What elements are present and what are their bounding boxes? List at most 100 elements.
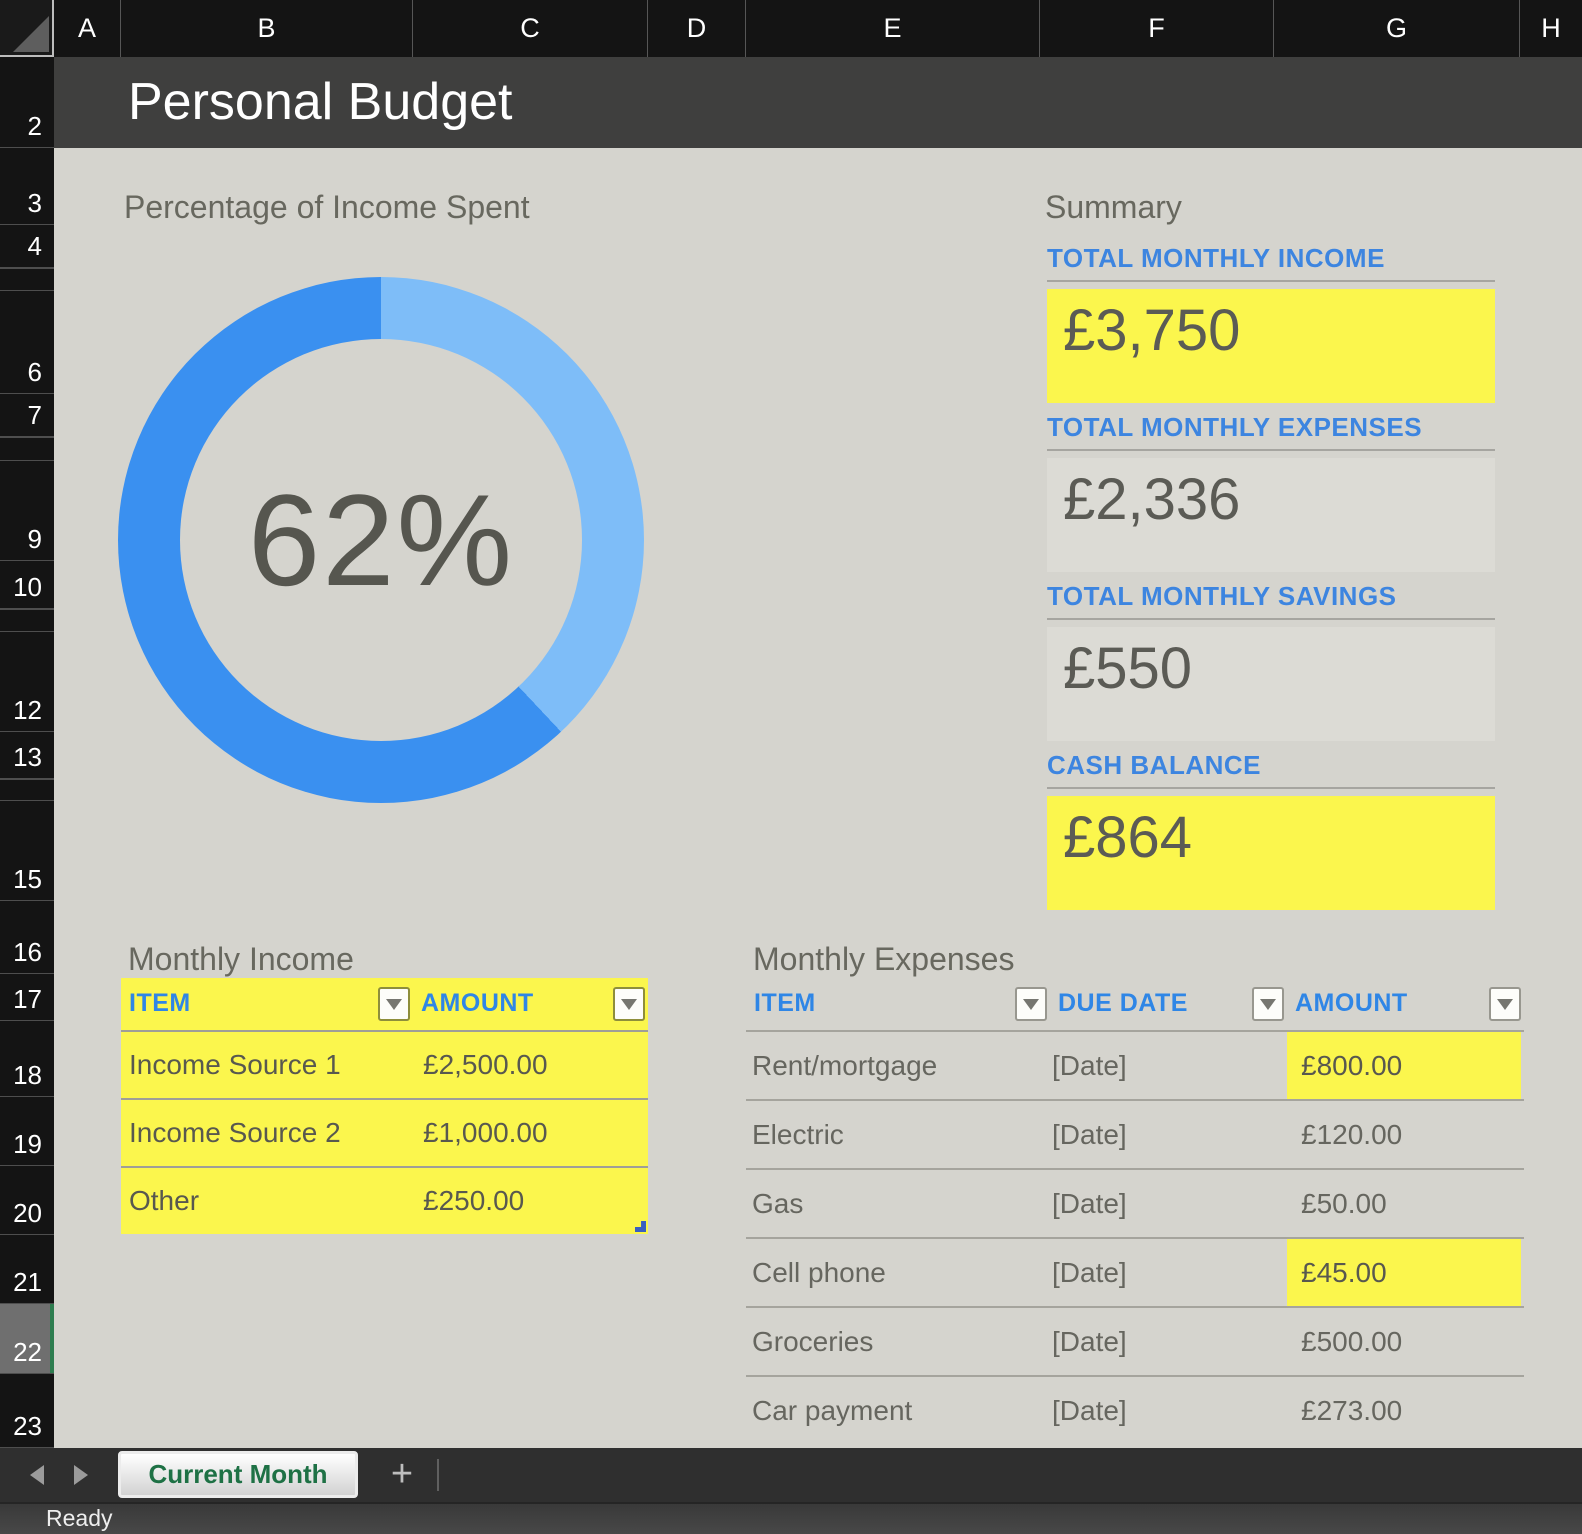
expense-row[interactable]: Electric [Date] £120.00 — [746, 1099, 1524, 1168]
filter-dropdown-button[interactable] — [1252, 987, 1284, 1021]
income-table-header: ITEM AMOUNT — [121, 978, 648, 1030]
row-header-21[interactable]: 21 — [0, 1235, 54, 1304]
row-header-hidden-14[interactable] — [0, 779, 54, 801]
chart-title: Percentage of Income Spent — [124, 189, 530, 226]
row-header-2[interactable]: 2 — [0, 57, 54, 148]
worksheet-title-bar: Personal Budget — [54, 57, 1582, 148]
filter-dropdown-button[interactable] — [378, 987, 410, 1021]
expenses-header-item: ITEM — [746, 978, 1050, 1030]
filter-dropdown-button[interactable] — [1015, 987, 1047, 1021]
summary-heading: Summary — [1045, 189, 1182, 226]
expense-amount-cell-highlighted[interactable]: £800.00 — [1287, 1032, 1521, 1099]
row-header-15[interactable]: 15 — [0, 801, 54, 901]
row-header-13[interactable]: 13 — [0, 732, 54, 779]
income-row[interactable]: Other £250.00 — [121, 1166, 648, 1234]
expenses-header-amount-label: AMOUNT — [1295, 978, 1408, 1028]
row-header-23[interactable]: 23 — [0, 1374, 54, 1448]
expense-due-date-cell[interactable]: [Date] — [1052, 1308, 1127, 1375]
expenses-table-title: Monthly Expenses — [753, 941, 1014, 978]
add-sheet-button[interactable]: + — [384, 1450, 420, 1498]
filter-dropdown-button[interactable] — [1489, 987, 1521, 1021]
income-amount-cell[interactable]: £2,500.00 — [423, 1032, 548, 1098]
income-amount-cell[interactable]: £250.00 — [423, 1168, 524, 1234]
tab-strip-divider — [437, 1459, 439, 1491]
select-all-corner[interactable] — [0, 0, 54, 57]
income-header-amount-label: AMOUNT — [421, 978, 534, 1028]
expense-amount-cell[interactable]: £500.00 — [1301, 1308, 1402, 1375]
filter-arrow-icon — [1497, 999, 1513, 1010]
summary-card-value-cell[interactable]: £3,750 — [1047, 289, 1495, 403]
expense-item-cell[interactable]: Groceries — [752, 1308, 873, 1375]
row-header-9[interactable]: 9 — [0, 461, 54, 561]
table-resize-handle[interactable] — [635, 1221, 646, 1232]
column-header-h[interactable]: H — [1520, 0, 1582, 57]
column-header-g[interactable]: G — [1274, 0, 1520, 57]
next-sheet-arrow-icon[interactable] — [74, 1465, 88, 1485]
expense-item-cell[interactable]: Gas — [752, 1170, 803, 1237]
row-header-7[interactable]: 7 — [0, 394, 54, 437]
select-all-triangle-icon — [13, 16, 49, 52]
row-header-10[interactable]: 10 — [0, 561, 54, 609]
expense-due-date-cell[interactable]: [Date] — [1052, 1101, 1127, 1168]
expense-row[interactable]: Gas [Date] £50.00 — [746, 1168, 1524, 1237]
row-header-19[interactable]: 19 — [0, 1097, 54, 1166]
income-row[interactable]: Income Source 2 £1,000.00 — [121, 1098, 648, 1166]
row-header-17[interactable]: 17 — [0, 974, 54, 1021]
summary-card-value-cell[interactable]: £864 — [1047, 796, 1495, 910]
column-header-b[interactable]: B — [121, 0, 413, 57]
expense-row[interactable]: Cell phone [Date] £45.00 — [746, 1237, 1524, 1306]
row-header-16[interactable]: 16 — [0, 901, 54, 974]
expense-due-date-cell[interactable]: [Date] — [1052, 1032, 1127, 1099]
row-headers-column: 2 3 4 6 7 9 10 12 13 15 16 17 18 19 20 2… — [0, 57, 54, 1448]
expense-amount-cell[interactable]: £273.00 — [1301, 1377, 1402, 1444]
filter-arrow-icon — [621, 999, 637, 1010]
status-text: Ready — [46, 1504, 112, 1533]
expense-amount-cell[interactable]: £120.00 — [1301, 1101, 1402, 1168]
row-header-6[interactable]: 6 — [0, 291, 54, 394]
donut-chart[interactable]: 62% — [118, 277, 644, 803]
row-header-3[interactable]: 3 — [0, 148, 54, 225]
income-header-item: ITEM — [121, 978, 413, 1030]
column-header-d[interactable]: D — [648, 0, 746, 57]
expense-item-cell[interactable]: Cell phone — [752, 1239, 886, 1306]
row-header-4[interactable]: 4 — [0, 225, 54, 268]
row-header-12[interactable]: 12 — [0, 632, 54, 732]
summary-card-value-cell[interactable]: £2,336 — [1047, 458, 1495, 572]
expense-item-cell[interactable]: Electric — [752, 1101, 844, 1168]
previous-sheet-arrow-icon[interactable] — [30, 1465, 44, 1485]
expense-item-cell[interactable]: Rent/mortgage — [752, 1032, 937, 1099]
expense-amount-cell-highlighted[interactable]: £45.00 — [1287, 1239, 1521, 1306]
filter-dropdown-button[interactable] — [613, 987, 645, 1021]
column-header-c[interactable]: C — [413, 0, 648, 57]
income-item-cell[interactable]: Income Source 1 — [129, 1032, 341, 1098]
summary-card-value: £3,750 — [1063, 298, 1240, 363]
income-item-cell[interactable]: Income Source 2 — [129, 1100, 341, 1166]
income-row[interactable]: Income Source 1 £2,500.00 — [121, 1030, 648, 1098]
expense-due-date-cell[interactable]: [Date] — [1052, 1170, 1127, 1237]
income-amount-cell[interactable]: £1,000.00 — [423, 1100, 548, 1166]
expense-amount-cell[interactable]: £50.00 — [1301, 1170, 1387, 1237]
row-header-18[interactable]: 18 — [0, 1021, 54, 1097]
column-header-e[interactable]: E — [746, 0, 1040, 57]
expense-row[interactable]: Rent/mortgage [Date] £800.00 — [746, 1030, 1524, 1099]
sheet-tab-current-month[interactable]: Current Month — [118, 1451, 358, 1498]
expense-item-cell[interactable]: Car payment — [752, 1377, 912, 1444]
row-header-22-selected[interactable]: 22 — [0, 1304, 54, 1374]
income-item-cell[interactable]: Other — [129, 1168, 199, 1234]
expense-due-date-cell[interactable]: [Date] — [1052, 1239, 1127, 1306]
row-header-hidden-8[interactable] — [0, 437, 54, 461]
expense-due-date-cell[interactable]: [Date] — [1052, 1377, 1127, 1444]
column-header-a[interactable]: A — [54, 0, 121, 57]
expense-row[interactable]: Groceries [Date] £500.00 — [746, 1306, 1524, 1375]
summary-card-label: TOTAL MONTHLY EXPENSES — [1047, 412, 1495, 451]
row-header-hidden-11[interactable] — [0, 609, 54, 632]
summary-card-value-cell[interactable]: £550 — [1047, 627, 1495, 741]
expense-row[interactable]: Car payment [Date] £273.00 — [746, 1375, 1524, 1444]
row-header-hidden-5[interactable] — [0, 268, 54, 291]
status-bar: Ready — [0, 1502, 1582, 1534]
column-header-f[interactable]: F — [1040, 0, 1274, 57]
summary-card-label: TOTAL MONTHLY INCOME — [1047, 243, 1495, 282]
income-table: ITEM AMOUNT Income Source 1 £2,500.00 In… — [121, 978, 648, 1234]
income-header-item-label: ITEM — [129, 978, 191, 1028]
row-header-20[interactable]: 20 — [0, 1166, 54, 1235]
